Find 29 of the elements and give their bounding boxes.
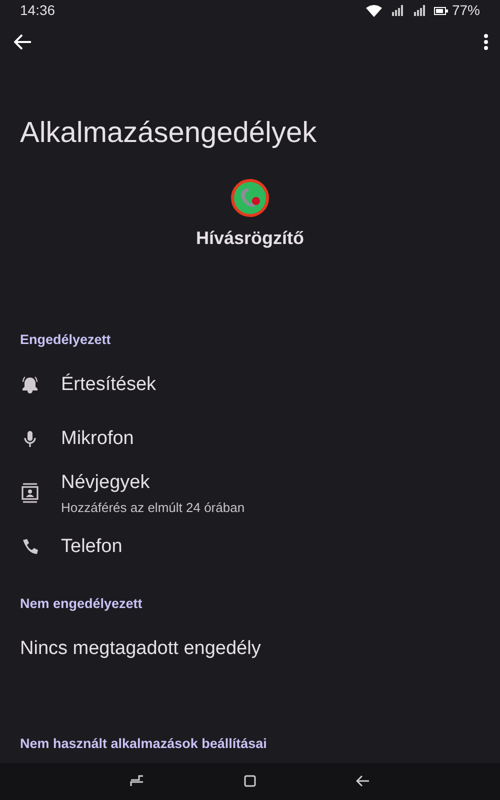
- bell-icon: [21, 376, 39, 394]
- recents-button[interactable]: [130, 775, 144, 788]
- empty-message: Nincs megtagadott engedély: [20, 637, 261, 662]
- microphone-icon: [24, 430, 36, 448]
- permission-item[interactable]: Értesítések: [0, 358, 500, 412]
- permission-summary: Hozzáférés az elmúlt 24 órában: [61, 498, 245, 517]
- permission-item[interactable]: Telefon: [0, 520, 500, 574]
- permission-label: Névjegyek: [61, 471, 151, 496]
- contacts-icon: [21, 483, 39, 504]
- more-options-button[interactable]: [484, 34, 488, 50]
- permission-label: Mikrofon: [61, 426, 134, 451]
- battery-icon: [434, 6, 448, 14]
- section-header: Engedélyezett: [20, 330, 112, 349]
- page-title: Alkalmazásengedélyek: [20, 116, 318, 151]
- status-time: 14:36: [20, 1, 56, 20]
- section-header: Nem használt alkalmazások beállításai: [20, 735, 268, 754]
- battery-level: 77%: [452, 1, 480, 20]
- permission-item[interactable]: Mikrofon: [0, 412, 500, 466]
- app-icon: [231, 178, 269, 217]
- back-nav-button[interactable]: [356, 775, 370, 788]
- permission-label: Telefon: [61, 534, 122, 559]
- permission-item[interactable]: Névjegyek Hozzáférés az elmúlt 24 órában: [0, 466, 500, 520]
- app-name: Hívásrögzítő: [196, 226, 304, 250]
- phone-icon: [21, 538, 39, 556]
- section-header: Nem engedélyezett: [20, 595, 144, 614]
- wifi-icon: [366, 4, 382, 16]
- home-button[interactable]: [244, 775, 256, 788]
- back-button[interactable]: [14, 34, 32, 50]
- permission-label: Értesítések: [61, 372, 156, 397]
